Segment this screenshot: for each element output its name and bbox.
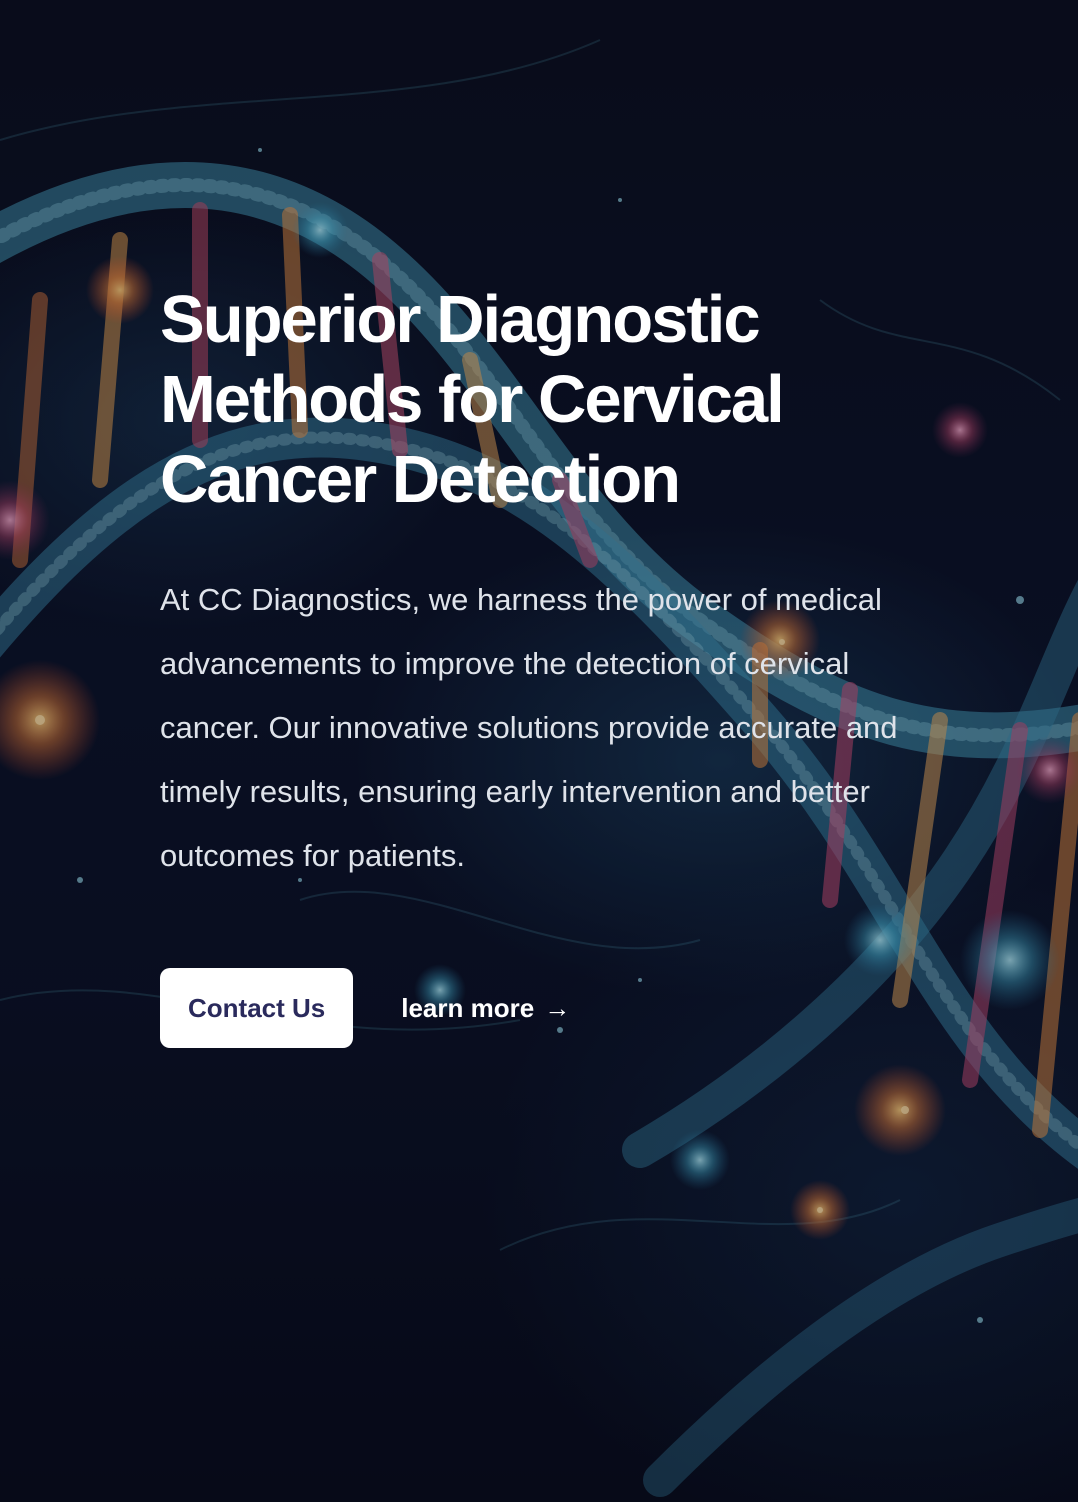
arrow-right-icon: →: [544, 993, 571, 1023]
hero-actions: Contact Us learn more →: [160, 968, 920, 1048]
contact-us-button[interactable]: Contact Us: [160, 968, 354, 1048]
hero-content: Superior Diagnostic Methods for Cervical…: [160, 280, 920, 1048]
learn-more-link[interactable]: learn more →: [401, 993, 570, 1024]
hero-section: Superior Diagnostic Methods for Cervical…: [0, 0, 1078, 1502]
learn-more-label: learn more: [401, 992, 535, 1023]
hero-title: Superior Diagnostic Methods for Cervical…: [160, 282, 785, 517]
hero-description: At CC Diagnostics, we harness the power …: [160, 582, 898, 873]
